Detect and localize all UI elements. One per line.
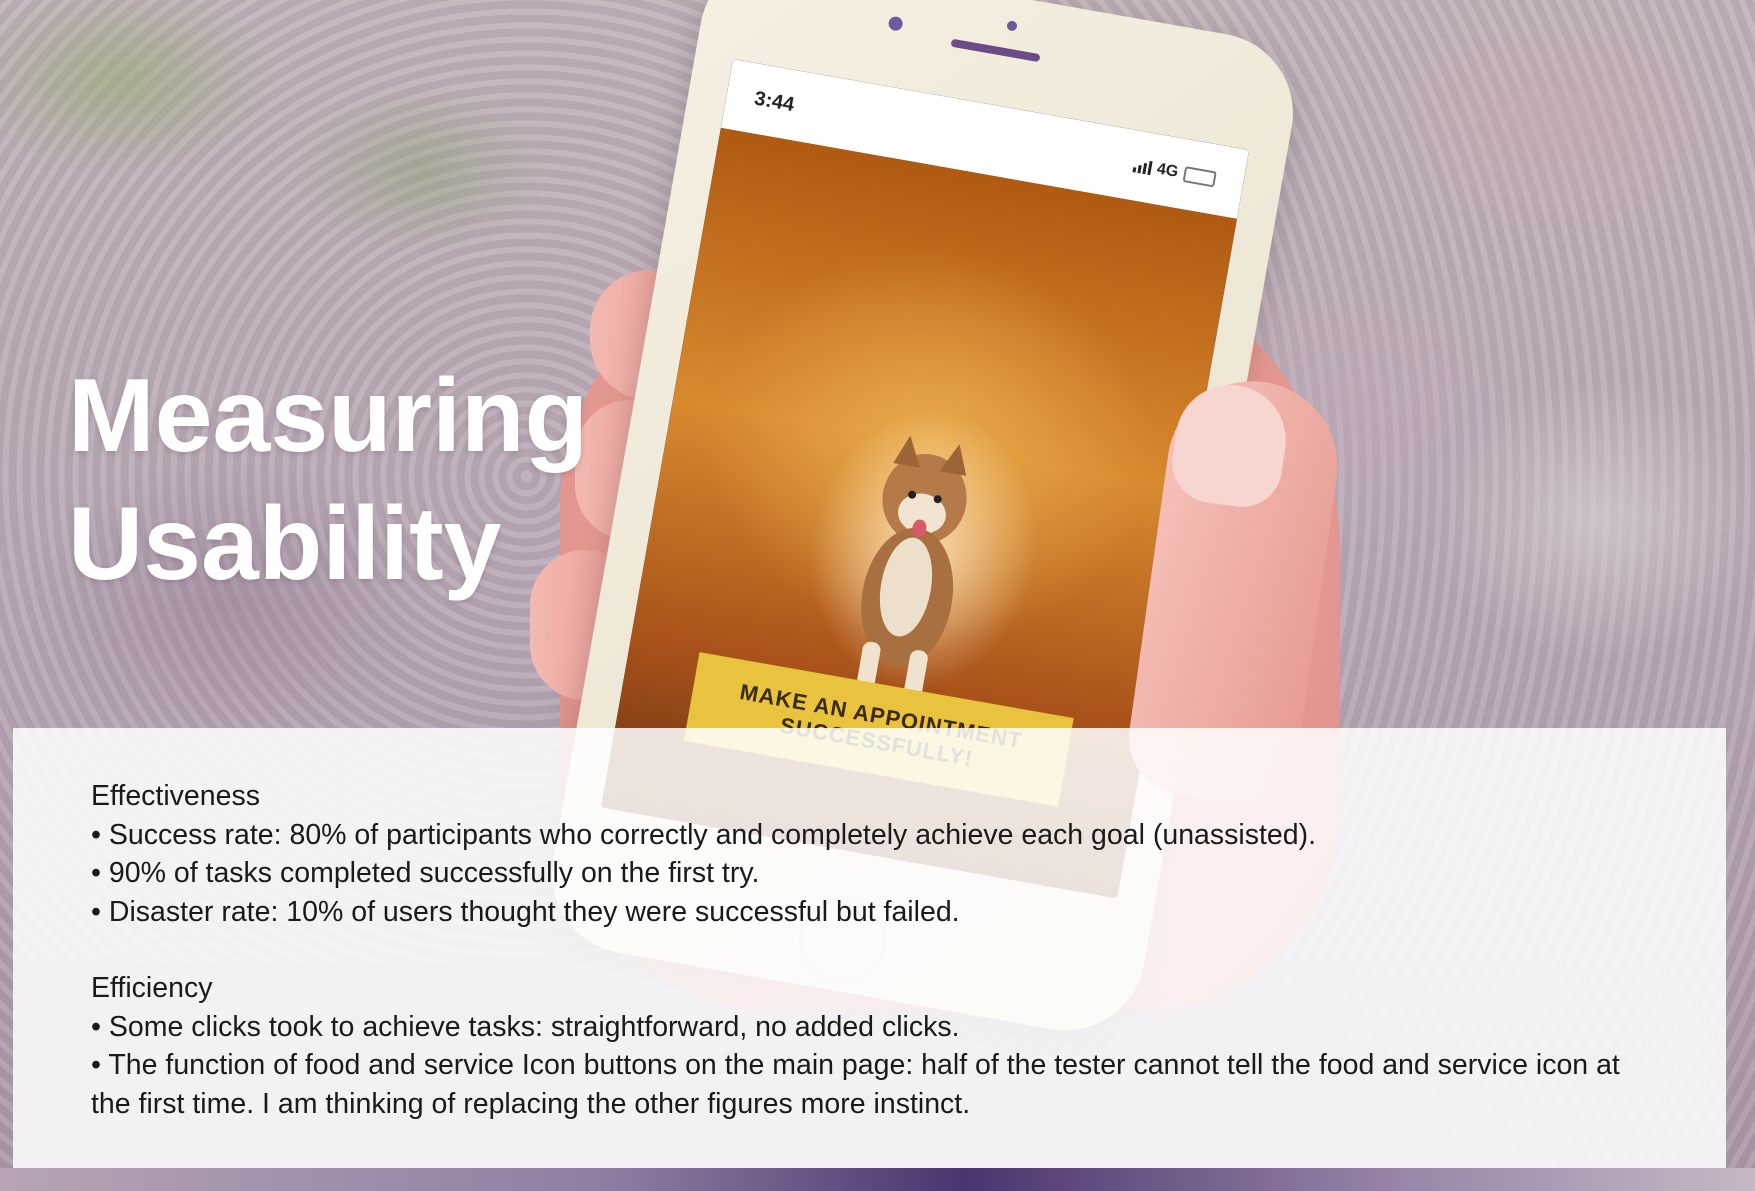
title-line-2: Usability <box>68 486 502 602</box>
effectiveness-heading: Effectiveness <box>91 780 260 812</box>
slide-title: Measuring Usability <box>68 352 588 608</box>
effectiveness-item: • Success rate: 80% of participants who … <box>91 818 1317 851</box>
findings-text: Effectiveness • Success rate: 80% of par… <box>91 777 1651 1123</box>
bottom-strip <box>0 1168 1755 1191</box>
speaker <box>950 38 1041 63</box>
network-label: 4G <box>1155 160 1180 181</box>
front-camera <box>887 15 904 32</box>
effectiveness-item: • 90% of tasks completed successfully on… <box>91 857 760 889</box>
status-time: 3:44 <box>752 86 796 116</box>
signal-icon <box>1132 158 1153 176</box>
status-indicators: 4G <box>1132 156 1217 188</box>
battery-icon <box>1182 166 1217 188</box>
title-line-1: Measuring <box>68 358 589 474</box>
sensor <box>1006 20 1018 32</box>
effectiveness-item: • Disaster rate: 10% of users thought th… <box>91 895 960 928</box>
efficiency-item: • The function of food and service Icon … <box>91 1049 1620 1120</box>
efficiency-item: • Some clicks took to achieve tasks: str… <box>91 1010 960 1043</box>
efficiency-heading: Efficiency <box>91 972 213 1004</box>
